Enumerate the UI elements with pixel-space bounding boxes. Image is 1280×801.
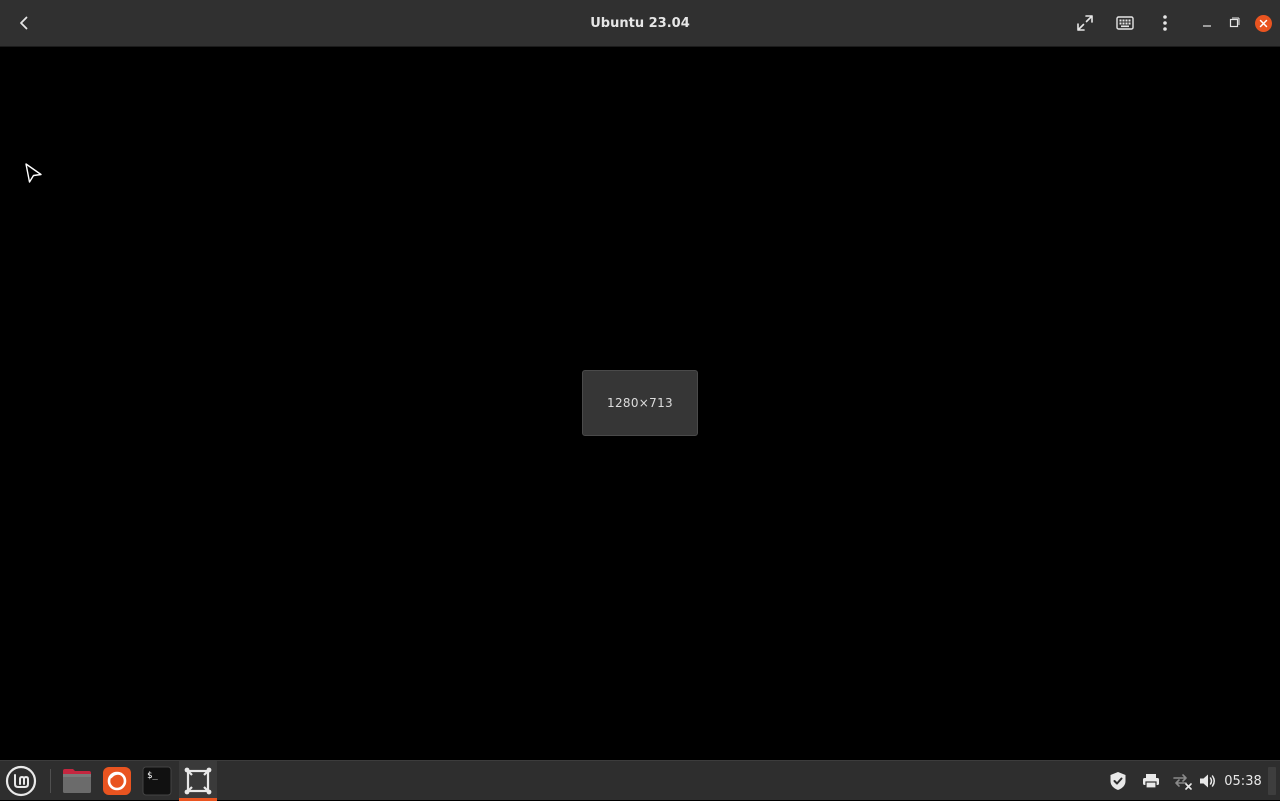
- shield-check-icon: [1110, 772, 1126, 790]
- maximize-icon: [1229, 17, 1240, 28]
- close-button[interactable]: [1243, 0, 1280, 46]
- svg-text:$_: $_: [147, 771, 158, 781]
- volume-tray-button[interactable]: [1195, 761, 1221, 801]
- folder-icon: [63, 769, 91, 793]
- menu-button[interactable]: [1145, 0, 1185, 46]
- remote-viewer-launcher[interactable]: [179, 761, 217, 801]
- show-desktop-button[interactable]: [1268, 767, 1276, 795]
- firefox-launcher[interactable]: [98, 761, 136, 801]
- terminal-launcher[interactable]: $_: [138, 761, 176, 801]
- fullscreen-button[interactable]: [1065, 0, 1105, 46]
- panel-separator: [50, 769, 51, 793]
- minimize-icon: [1203, 25, 1211, 27]
- linux-mint-logo-icon: [5, 765, 37, 797]
- back-icon: [20, 16, 28, 30]
- printer-icon: [1143, 774, 1159, 789]
- terminal-icon: $_: [142, 766, 172, 796]
- network-tray-button[interactable]: [1169, 761, 1195, 801]
- fullscreen-icon: [1077, 15, 1093, 31]
- clock[interactable]: 05:38: [1222, 761, 1264, 801]
- resolution-popup: 1280×713: [582, 370, 698, 436]
- remote-display[interactable]: 1280×713: [0, 47, 1280, 760]
- header-bar: Ubuntu 23.04: [0, 0, 1280, 47]
- files-launcher[interactable]: [58, 761, 96, 801]
- network-disconnected-icon: [1173, 774, 1192, 790]
- keyboard-button[interactable]: [1105, 0, 1145, 46]
- security-tray-button[interactable]: [1105, 761, 1131, 801]
- mouse-pointer-icon: [24, 162, 44, 188]
- back-button[interactable]: [4, 0, 44, 46]
- firefox-icon: [103, 767, 131, 795]
- close-icon: [1254, 14, 1272, 32]
- volume-icon: [1200, 774, 1215, 788]
- kebab-menu-icon: [1163, 15, 1167, 31]
- keyboard-icon: [1116, 16, 1134, 30]
- taskbar: $_ 05:38: [0, 760, 1280, 801]
- resolution-label: 1280×713: [607, 396, 673, 410]
- mint-menu-button[interactable]: [2, 761, 40, 801]
- printer-tray-button[interactable]: [1138, 761, 1164, 801]
- remote-desktop-icon: [184, 767, 212, 795]
